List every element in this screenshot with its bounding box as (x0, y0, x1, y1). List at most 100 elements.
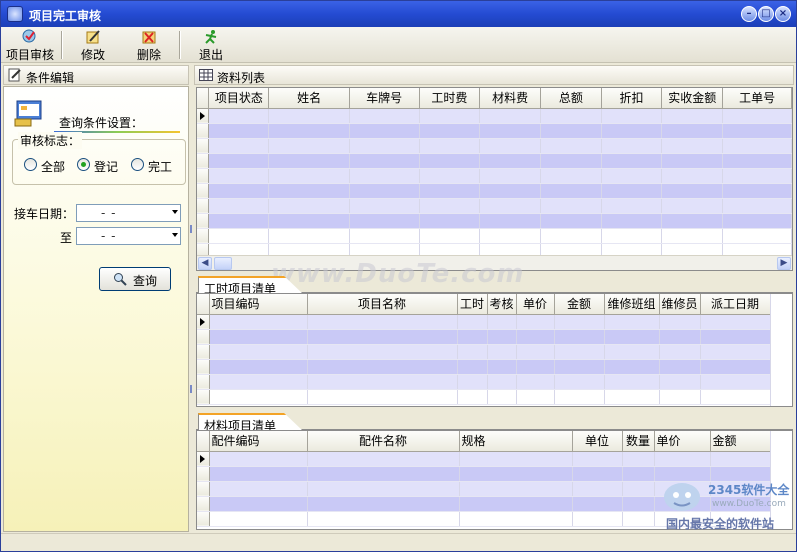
table-row[interactable] (197, 108, 792, 124)
table-row[interactable] (197, 451, 771, 467)
exit-icon (205, 30, 217, 44)
title-bar[interactable]: 项目完工审核 – □ × (1, 1, 796, 27)
table-row[interactable] (197, 138, 792, 154)
column-header[interactable]: 工时 (457, 294, 488, 315)
toolbar-separator (179, 31, 181, 59)
toolbar: 项目审核 修改 删除 退出 (1, 27, 796, 63)
data-list-grid[interactable]: 项目状态 姓名 车牌号 工时费 材料费 总额 折扣 实收金额 工单号 ◀ ▶ (196, 87, 793, 271)
column-header[interactable]: 数量 (622, 431, 655, 452)
dropdown-arrow-icon[interactable] (172, 233, 178, 237)
date-label: 接车日期： (14, 207, 75, 221)
table-row[interactable] (197, 344, 771, 360)
column-header[interactable]: 配件编码 (209, 431, 308, 452)
site-badge: 2345软件大全 www.DuoTe.com 国内最安全的软件站 (656, 471, 796, 535)
column-header[interactable]: 维修班组 (604, 294, 660, 315)
scroll-left-icon[interactable]: ◀ (198, 257, 212, 270)
table-row[interactable] (197, 314, 771, 330)
status-bar (1, 533, 796, 551)
labor-items-table: 项目编码 项目名称 工时 考核 单价 金额 维修班组 维修员 派工日期 (197, 294, 771, 405)
scroll-right-icon[interactable]: ▶ (777, 257, 791, 270)
table-row[interactable] (197, 168, 792, 184)
column-header[interactable]: 配件名称 (307, 431, 460, 452)
column-header[interactable]: 总额 (540, 88, 602, 109)
table-row[interactable] (197, 374, 771, 390)
audit-button[interactable]: 项目审核 (5, 29, 55, 62)
row-indicator-header (197, 294, 210, 315)
close-button[interactable]: × (775, 6, 791, 22)
column-header[interactable]: 金额 (554, 294, 605, 315)
panel-splitter[interactable] (189, 65, 194, 532)
badge-brand: 2345软件大全 (708, 483, 790, 497)
column-header[interactable]: 材料费 (479, 88, 542, 109)
splitter-grip[interactable] (190, 225, 193, 233)
audit-flag-label: 审核标志： (18, 132, 83, 149)
edit-note-icon (8, 68, 21, 82)
tab-material-items[interactable]: 材料项目清单 (198, 413, 304, 431)
column-header[interactable]: 规格 (459, 431, 573, 452)
column-header[interactable]: 实收金额 (661, 88, 724, 109)
delete-button[interactable]: 删除 (131, 29, 167, 62)
column-header[interactable]: 项目状态 (208, 88, 270, 109)
column-header[interactable]: 工单号 (722, 88, 792, 109)
exit-button[interactable]: 退出 (193, 29, 229, 62)
labor-items-grid[interactable]: 项目编码 项目名称 工时 考核 单价 金额 维修班组 维修员 派工日期 (196, 293, 793, 407)
table-icon (199, 69, 213, 81)
column-header[interactable]: 项目编码 (209, 294, 308, 315)
column-header[interactable]: 单价 (516, 294, 555, 315)
column-header[interactable]: 单价 (654, 431, 711, 452)
radio-completed-circle[interactable] (131, 158, 144, 171)
radio-all-circle[interactable] (24, 158, 37, 171)
data-list-header: 资料列表 (194, 65, 794, 85)
badge-slogan: 国内最安全的软件站 (666, 517, 775, 531)
table-row[interactable] (197, 153, 792, 169)
column-header[interactable]: 项目名称 (307, 294, 458, 315)
table-row[interactable] (197, 228, 792, 244)
query-settings-icon (14, 100, 42, 127)
column-header[interactable]: 考核 (487, 294, 517, 315)
table-row[interactable] (197, 123, 792, 139)
audit-flag-group: 审核标志： 全部 登记 完工 (12, 132, 186, 185)
to-label: 至 (60, 231, 73, 245)
search-icon (114, 273, 127, 286)
table-row[interactable] (197, 329, 771, 345)
minimize-button[interactable]: – (741, 6, 757, 22)
column-header[interactable]: 折扣 (601, 88, 663, 109)
column-header[interactable]: 工时费 (419, 88, 481, 109)
audit-icon (22, 29, 36, 43)
tab-labor-items[interactable]: 工时项目清单 (198, 276, 304, 294)
edit-icon (86, 30, 100, 44)
data-list-table: 项目状态 姓名 车牌号 工时费 材料费 总额 折扣 实收金额 工单号 (197, 88, 792, 259)
table-row[interactable] (197, 183, 792, 199)
app-icon (7, 6, 23, 22)
column-header[interactable]: 车牌号 (349, 88, 420, 109)
query-button[interactable]: 查询 (99, 267, 171, 291)
column-header[interactable]: 姓名 (268, 88, 350, 109)
date-to-picker[interactable]: - - (76, 227, 181, 245)
condition-panel: 查询条件设置： 审核标志： 全部 登记 完工 接车日期： - - 至 - - 查… (3, 86, 189, 532)
row-indicator-header (197, 88, 210, 109)
date-from-picker[interactable]: - - (76, 204, 181, 222)
material-tabstrip: 材料项目清单 (196, 412, 793, 431)
table-row[interactable] (197, 389, 771, 405)
row-indicator-header (197, 431, 210, 452)
column-header[interactable]: 单位 (572, 431, 623, 452)
query-settings-title: 查询条件设置： (59, 116, 144, 130)
labor-tabstrip: 工时项目清单 (196, 275, 793, 294)
vertical-scrollbar[interactable] (770, 294, 792, 406)
column-header[interactable]: 维修员 (659, 294, 701, 315)
table-row[interactable] (197, 359, 771, 375)
splitter-grip[interactable] (190, 385, 193, 393)
maximize-button[interactable]: □ (758, 6, 774, 22)
delete-icon (142, 31, 156, 44)
edit-button[interactable]: 修改 (75, 29, 111, 62)
main-window: 项目完工审核 – □ × 项目审核 修改 删除 退出 条件编辑 查询条件设置： … (0, 0, 797, 552)
table-row[interactable] (197, 198, 792, 214)
column-header[interactable]: 派工日期 (700, 294, 771, 315)
column-header[interactable]: 金额 (710, 431, 771, 452)
mascot-logo-icon (664, 483, 700, 511)
badge-url: www.DuoTe.com (712, 499, 786, 509)
scroll-thumb[interactable] (214, 257, 232, 270)
dropdown-arrow-icon[interactable] (172, 210, 178, 214)
table-row[interactable] (197, 213, 792, 229)
radio-registered-circle[interactable] (77, 158, 90, 171)
